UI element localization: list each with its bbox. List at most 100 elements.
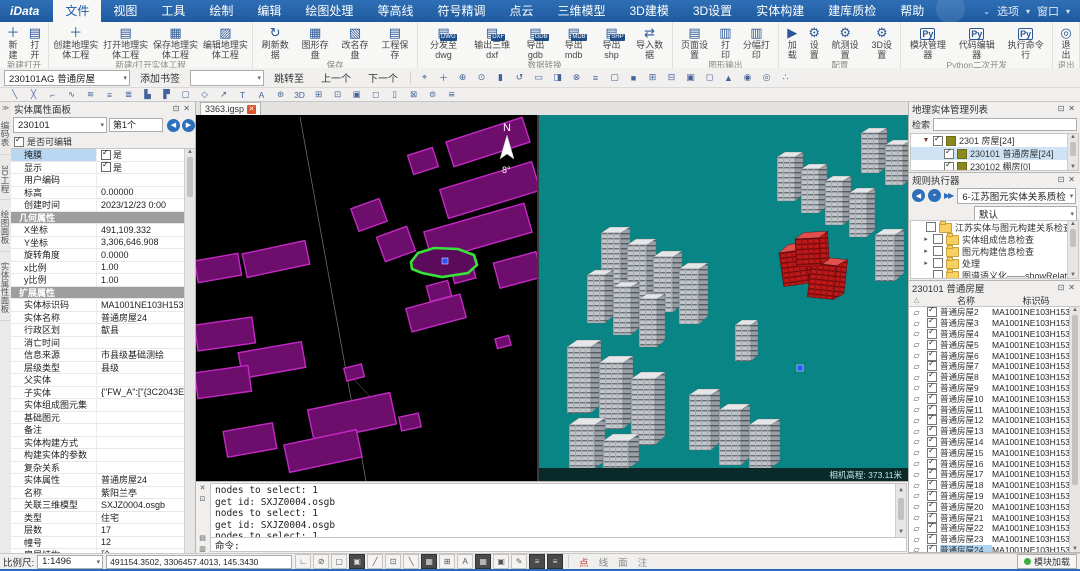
- instance-row[interactable]: ▱ 普通房屋21 MA1001NE103H1535...: [909, 512, 1071, 523]
- ribbon-button[interactable]: ◎ 退出: [1055, 23, 1077, 60]
- property-grid-scrollbar[interactable]: ▲: [184, 149, 195, 553]
- instance-row[interactable]: ▱ 普通房屋7 MA1001NE103H1535...: [909, 361, 1071, 372]
- ribbon-button[interactable]: ▤SHP 导出shp: [593, 23, 629, 60]
- drawing-tool-icon[interactable]: T: [234, 88, 251, 102]
- property-row[interactable]: 名称 紫阳兰亭: [11, 487, 185, 500]
- menu-tab[interactable]: 等高线: [365, 0, 425, 22]
- toolbar-tool-icon[interactable]: ∴: [777, 70, 794, 86]
- toolbar-tool-icon[interactable]: ▭: [530, 70, 547, 86]
- instance-checkbox[interactable]: [927, 361, 937, 371]
- property-row[interactable]: 实体属性 普通房屋24: [11, 474, 185, 487]
- ribbon-button[interactable]: ⇄ 导入数据: [630, 23, 670, 60]
- dock-tab[interactable]: 3D工程: [0, 158, 10, 201]
- instance-row[interactable]: ▱ 普通房屋8 MA1001NE103H1535...: [909, 372, 1071, 383]
- float-panel-icon[interactable]: ⊡: [200, 495, 206, 503]
- menu-tab[interactable]: 3D建模: [618, 0, 681, 22]
- property-row[interactable]: 行政区划 歙县: [11, 324, 185, 337]
- rule-stop-button[interactable]: ▪: [928, 189, 941, 202]
- toolbar-tool-icon[interactable]: ⊕: [454, 70, 471, 86]
- property-row[interactable]: 创建时间 2023/12/23 0:00: [11, 199, 185, 212]
- dock-tab[interactable]: 编码表: [0, 114, 10, 155]
- instance-row[interactable]: ▱ 普通房屋23 MA1001NE103H1535...: [909, 534, 1071, 545]
- instance-row[interactable]: ▱ 普通房屋3 MA1001NE103H1535...: [909, 318, 1071, 329]
- property-row[interactable]: 旋转角度 0.0000: [11, 249, 185, 262]
- add-bookmark-button[interactable]: 添加书签: [133, 70, 187, 85]
- toolbar-tool-icon[interactable]: ▲: [720, 70, 737, 86]
- property-row[interactable]: 关联三维模型 SXJZ0004.osgb: [11, 499, 185, 512]
- status-toggle-icon[interactable]: ∟: [295, 554, 311, 569]
- status-toggle-icon[interactable]: ≡: [547, 554, 563, 569]
- ribbon-button[interactable]: ＋ 创建地理实体工程: [51, 23, 101, 60]
- menu-tab[interactable]: 帮助: [888, 0, 936, 22]
- instance-checkbox[interactable]: [927, 318, 937, 328]
- entity-tree-row[interactable]: 230102 棚房[0]: [911, 160, 1069, 171]
- menu-tab[interactable]: 绘图处理: [293, 0, 365, 22]
- property-row[interactable]: 基础图元: [11, 412, 185, 425]
- dock-tab[interactable]: 实体属性面板: [0, 255, 10, 321]
- sort-icon[interactable]: △: [909, 296, 924, 304]
- selection-handle-3d[interactable]: [797, 365, 803, 371]
- property-row[interactable]: 子实体 {"FW_A":["{3C2043E0-2897-...: [11, 387, 185, 400]
- status-toggle-icon[interactable]: ⊘: [313, 554, 329, 569]
- expander-icon[interactable]: ▼: [922, 137, 930, 144]
- rule-tree-row[interactable]: 江苏实体与图元构建关系检查: [911, 221, 1069, 233]
- status-toggle-icon[interactable]: ▦: [421, 554, 437, 569]
- dock-tab[interactable]: 绘图面板: [0, 203, 10, 252]
- instance-checkbox[interactable]: [927, 448, 937, 458]
- bookmark-combobox[interactable]: ▾: [190, 70, 264, 86]
- toolbar-tool-icon[interactable]: ⊗: [568, 70, 585, 86]
- column-name[interactable]: 名称: [940, 294, 992, 307]
- instance-checkbox[interactable]: [927, 307, 937, 317]
- close-panel-icon[interactable]: ✕: [181, 104, 192, 113]
- status-toggle-icon[interactable]: A: [457, 554, 473, 569]
- rule-tree-row[interactable]: ▸ 图元构建信息检查: [911, 245, 1069, 257]
- property-row[interactable]: 掩膜 是: [11, 149, 185, 162]
- drawing-tool-icon[interactable]: ≡: [101, 88, 118, 102]
- property-row[interactable]: 扩展属性: [11, 287, 185, 300]
- menu-tab[interactable]: 视图: [101, 0, 149, 22]
- drawing-tool-icon[interactable]: ⊞: [310, 88, 327, 102]
- ribbon-button[interactable]: Py 代码编辑器: [952, 23, 1001, 60]
- menu-tab[interactable]: 文件: [53, 0, 101, 22]
- drawing-tool-icon[interactable]: ≋: [82, 88, 99, 102]
- drawing-tool-icon[interactable]: ▯: [386, 88, 403, 102]
- close-panel-icon[interactable]: ✕: [1066, 104, 1077, 113]
- toolbar-tool-icon[interactable]: ◻: [701, 70, 718, 86]
- instance-checkbox[interactable]: [927, 534, 937, 544]
- visibility-checkbox[interactable]: [944, 162, 954, 172]
- options-button[interactable]: 选项: [997, 3, 1019, 19]
- instance-scrollbar[interactable]: ▲▼: [1069, 307, 1080, 552]
- scene-3d-view[interactable]: 相机高程: 373.11米: [539, 115, 908, 481]
- instance-row[interactable]: ▱ 普通房屋20 MA1001NE103H1535...: [909, 501, 1071, 512]
- status-toggle-icon[interactable]: ╲: [403, 554, 419, 569]
- menu-tab[interactable]: 三维模型: [545, 0, 617, 22]
- instance-checkbox[interactable]: [927, 329, 937, 339]
- toolbar-tool-icon[interactable]: ◎: [758, 70, 775, 86]
- property-row[interactable]: 父实体: [11, 374, 185, 387]
- scale-combobox[interactable]: 1:1496 ▾: [37, 555, 103, 569]
- rule-run-all-icon[interactable]: ▶▶: [944, 191, 954, 200]
- property-row[interactable]: Y坐标 3,306,646.908: [11, 237, 185, 250]
- property-row[interactable]: 构建实体的参数: [11, 449, 185, 462]
- menu-tab[interactable]: 点云: [497, 0, 545, 22]
- index-field[interactable]: [109, 118, 163, 132]
- dock-overflow-icon[interactable]: ≫: [2, 102, 9, 114]
- property-row[interactable]: y比例 1.00: [11, 274, 185, 287]
- float-panel-icon[interactable]: ⊡: [171, 104, 182, 113]
- ribbon-button[interactable]: ▦ 图形存盘: [295, 23, 335, 60]
- drawing-tool-icon[interactable]: ╳: [25, 88, 42, 102]
- ribbon-button[interactable]: ▥ 打印: [714, 23, 736, 60]
- toolbar-tool-icon[interactable]: ≡: [587, 70, 604, 86]
- instance-row[interactable]: ▱ 普通房屋11 MA1001NE103H1535...: [909, 404, 1071, 415]
- instance-row[interactable]: ▱ 普通房屋17 MA1001NE103H1535...: [909, 469, 1071, 480]
- toolbar-tool-icon[interactable]: ◨: [549, 70, 566, 86]
- ribbon-button[interactable]: ▥ 分幅打印: [736, 23, 776, 60]
- draw-mode-button[interactable]: 面: [613, 555, 633, 569]
- ribbon-button[interactable]: ⚙ 3D设置: [865, 23, 898, 60]
- drawing-tool-icon[interactable]: ▢: [177, 88, 194, 102]
- chevron-down-icon[interactable]: ⌄: [983, 7, 990, 16]
- ribbon-button[interactable]: Py 模块管理器: [903, 23, 952, 60]
- instance-checkbox[interactable]: [927, 394, 937, 404]
- close-panel-icon[interactable]: ✕: [200, 484, 206, 492]
- property-row[interactable]: 复杂关系: [11, 462, 185, 475]
